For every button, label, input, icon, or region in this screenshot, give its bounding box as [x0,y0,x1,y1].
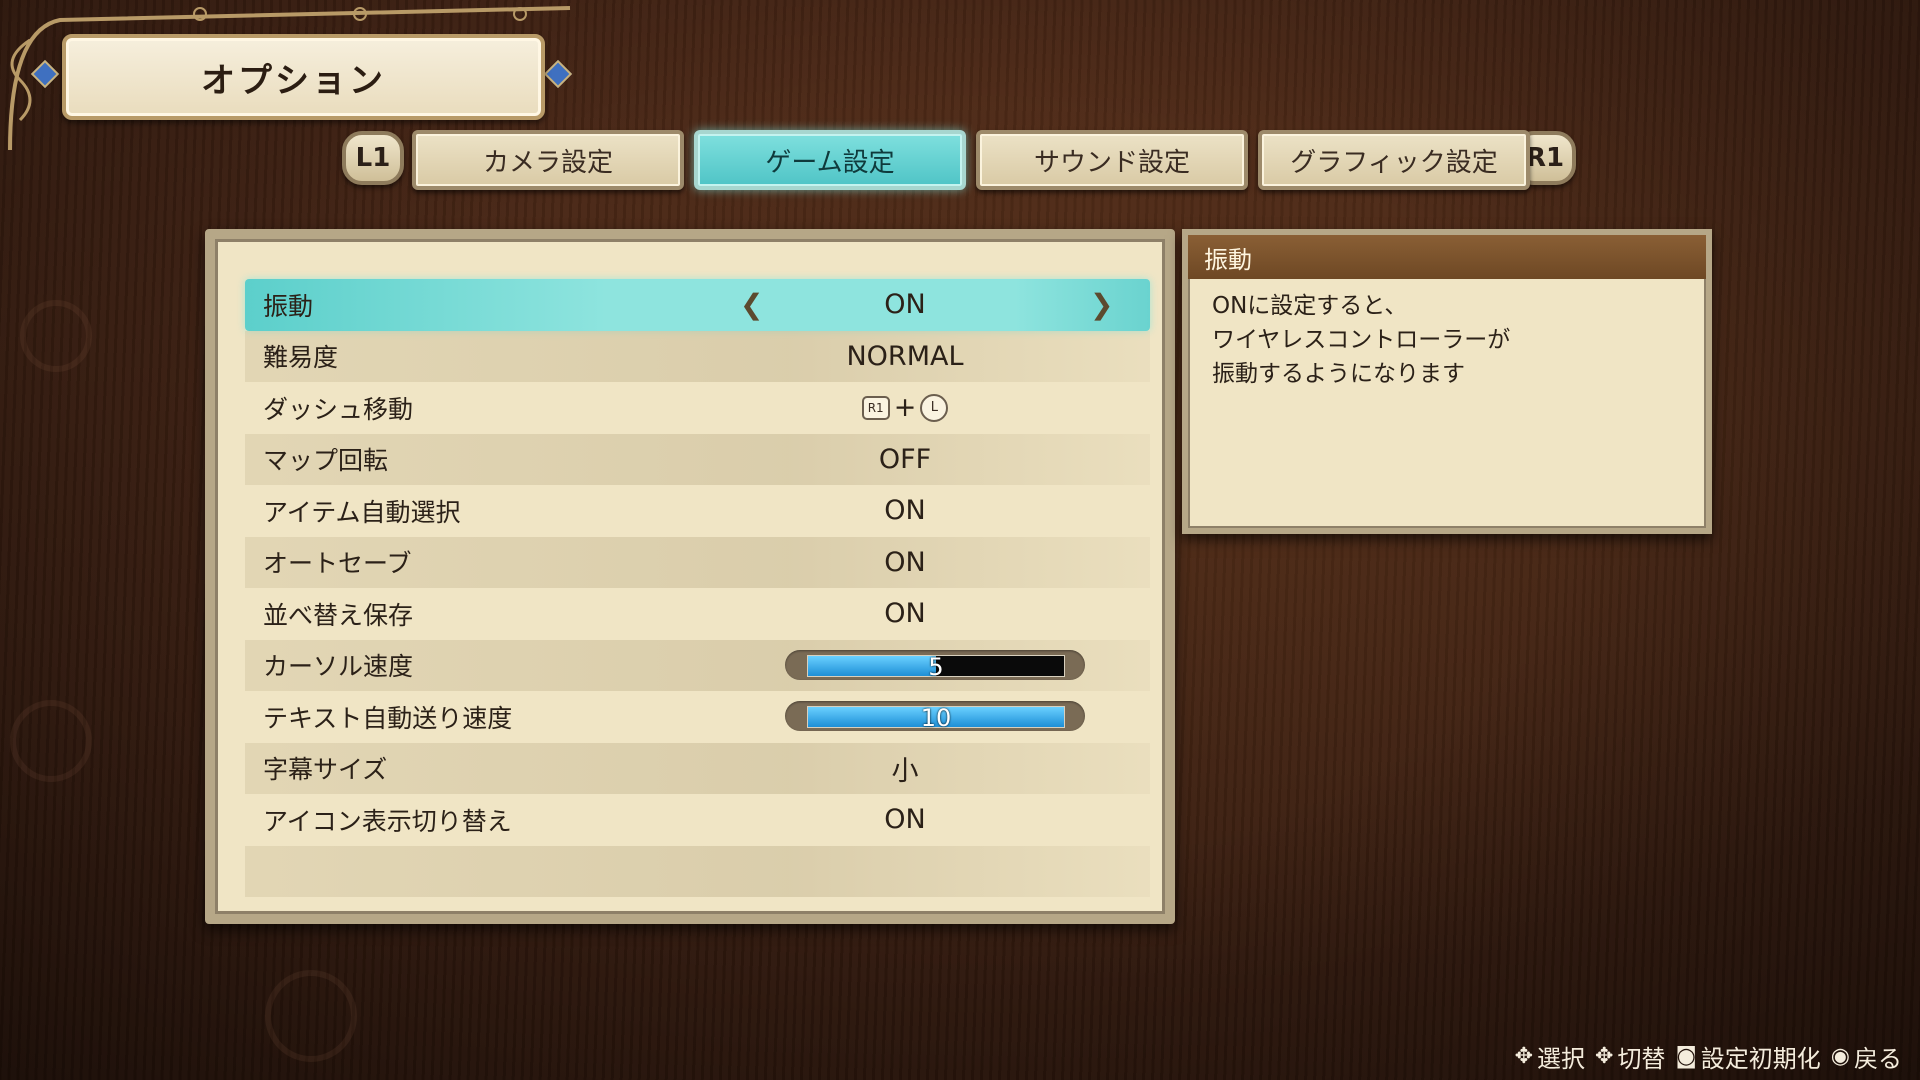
decorative-swirl [20,300,92,372]
setting-value: ON [884,804,926,836]
plus-sign: + [893,392,917,424]
setting-label: オートセーブ [263,549,412,579]
square-button-icon: ◙ [1675,1044,1697,1069]
dpad-icon: ✥ [1514,1044,1533,1069]
tab-camera-settings[interactable]: カメラ設定 [412,130,684,190]
cursor-speed-slider[interactable]: 5 [785,649,1085,681]
setting-value: OFF [878,443,932,475]
hint-label: 切替 [1617,1045,1666,1073]
setting-row-cursor-speed[interactable]: カーソル速度 5 [245,639,1150,691]
setting-label: テキスト自動送り速度 [263,703,513,733]
description-line: ONに設定すると、 [1212,293,1408,319]
setting-label: ダッシュ移動 [263,394,414,424]
setting-row-icon-display[interactable]: アイコン表示切り替え ON [245,794,1150,846]
setting-row-empty [245,845,1150,897]
setting-value: ON [884,289,926,321]
setting-value: ON [884,495,926,527]
description-title: 振動 [1188,235,1706,279]
hint-back: ◉ 戻る [1831,1039,1902,1074]
tab-graphics-settings[interactable]: グラフィック設定 [1258,130,1530,190]
left-arrow-icon[interactable]: ❮ [740,288,763,321]
description-line: ワイヤレスコントローラーが [1212,327,1511,353]
button-hints: ✥ 選択 ✥ 切替 ◙ 設定初期化 ◉ 戻る [1515,1039,1902,1074]
description-body: ONに設定すると、 ワイヤレスコントローラーが 振動するようになります [1188,279,1706,401]
description-line: 振動するようになります [1212,361,1465,387]
setting-row-text-speed[interactable]: テキスト自動送り速度 10 [245,691,1150,743]
setting-label: 並べ替え保存 [263,600,414,630]
setting-value-combo: R1 + L [845,392,965,423]
slider-value: 5 [928,652,944,681]
slider-track: 10 [807,704,1065,732]
right-arrow-icon[interactable]: ❯ [1090,288,1113,321]
setting-value: ON [884,546,926,578]
circle-button-icon: ◉ [1830,1044,1850,1069]
setting-value: ON [884,598,926,630]
setting-row-vibration[interactable]: 振動 ❮ ON ❯ [245,279,1150,331]
description-panel: 振動 ONに設定すると、 ワイヤレスコントローラーが 振動するようになります [1182,229,1712,534]
settings-panel: 振動 ❮ ON ❯ 難易度 NORMAL ダッシュ移動 R1 + L マップ回転… [205,229,1175,924]
setting-label: 字幕サイズ [263,755,388,785]
setting-label: 振動 [263,291,314,321]
page-title: オプション [201,60,386,101]
setting-row-auto-item-select[interactable]: アイテム自動選択 ON [245,485,1150,537]
l1-button[interactable]: L1 [342,131,404,185]
tab-sound-settings[interactable]: サウンド設定 [976,130,1248,190]
setting-row-subtitle-size[interactable]: 字幕サイズ 小 [245,742,1150,794]
tab-game-settings[interactable]: ゲーム設定 [694,130,966,190]
text-speed-slider[interactable]: 10 [785,701,1085,732]
setting-value: 小 [891,755,919,787]
tab-bar: カメラ設定 ゲーム設定 サウンド設定 グラフィック設定 [412,130,1530,190]
setting-row-autosave[interactable]: オートセーブ ON [245,536,1150,588]
setting-label: マップ回転 [263,446,389,476]
setting-label: アイテム自動選択 [263,497,461,527]
settings-list: 振動 ❮ ON ❯ 難易度 NORMAL ダッシュ移動 R1 + L マップ回転… [245,279,1150,897]
setting-row-sort-save[interactable]: 並べ替え保存 ON [245,588,1150,640]
slider-value: 10 [920,704,952,732]
decorative-swirl [10,700,92,782]
r1-button-icon: R1 [861,395,890,420]
hint-label: 選択 [1537,1045,1585,1073]
hint-select: ✥ 選択 [1515,1039,1585,1074]
setting-label: 難易度 [263,343,339,373]
button-combo: R1 + L [845,392,965,423]
l-stick-icon: L [920,393,949,422]
setting-label: アイコン表示切り替え [263,806,512,836]
setting-row-map-rotation[interactable]: マップ回転 OFF [245,433,1150,485]
hint-reset: ◙ 設定初期化 [1675,1039,1820,1074]
setting-value: NORMAL [846,340,964,372]
hint-label: 戻る [1854,1045,1902,1073]
setting-row-difficulty[interactable]: 難易度 NORMAL [245,330,1150,382]
setting-row-dash[interactable]: ダッシュ移動 R1 + L [245,382,1150,434]
hint-switch: ✥ 切替 [1595,1039,1665,1074]
dpad-icon: ✥ [1595,1044,1614,1069]
slider-track: 5 [807,653,1065,681]
hint-label: 設定初期化 [1700,1045,1821,1073]
title-plate: オプション [62,34,545,120]
decorative-swirl [265,970,357,1062]
setting-label: カーソル速度 [263,652,414,682]
